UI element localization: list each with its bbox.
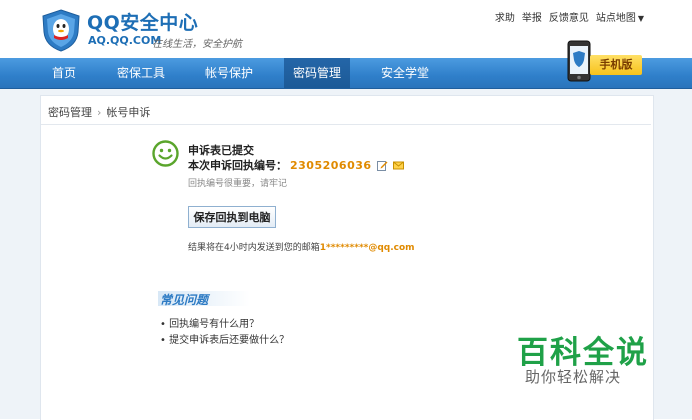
- sitemap-label: 站点地图: [595, 13, 636, 24]
- masked-email: 1*********@qq.com: [319, 243, 415, 253]
- site-title[interactable]: QQ安全中心: [87, 8, 198, 35]
- faq-item-receipt-use[interactable]: • 回执编号有什么用？: [160, 315, 259, 330]
- sitemap-link[interactable]: 站点地图 ▼: [596, 9, 644, 24]
- receipt-code-note: 回执编号很重要，请牢记: [188, 179, 288, 189]
- nav-item-security-school[interactable]: 安全学堂: [372, 58, 438, 88]
- smiley-success-icon: [152, 140, 179, 167]
- nav-item-security-tools[interactable]: 密保工具: [108, 58, 174, 88]
- mobile-version-banner[interactable]: 手机版: [590, 55, 642, 75]
- chevron-down-icon: ▼: [637, 14, 644, 23]
- site-domain: AQ.QQ.COM: [88, 34, 162, 47]
- top-links: 求助 举报 反馈意见 站点地图 ▼: [495, 9, 644, 24]
- report-link[interactable]: 举报: [522, 9, 542, 24]
- breadcrumb-parent[interactable]: 密码管理: [48, 104, 92, 120]
- site-slogan: 在线生活，安全护航: [152, 39, 242, 50]
- faq-item-after-submit[interactable]: • 提交申诉表后还要做什么？: [160, 331, 289, 346]
- breadcrumb-divider: [41, 124, 651, 125]
- result-notice: 结果将在4小时内发送到您的邮箱1*********@qq.com: [188, 240, 415, 253]
- faq-title: 常见问题: [158, 291, 250, 307]
- feedback-link[interactable]: 反馈意见: [549, 9, 589, 24]
- breadcrumb-current: 帐号申诉: [106, 106, 151, 119]
- qq-shield-logo-icon[interactable]: [40, 8, 82, 52]
- help-link[interactable]: 求助: [495, 9, 515, 24]
- mail-icon[interactable]: [392, 160, 404, 171]
- save-receipt-button[interactable]: 保存回执到电脑: [188, 206, 276, 228]
- edit-icon[interactable]: [376, 160, 388, 171]
- result-notice-text: 结果将在4小时内发送到您的邮箱: [188, 243, 320, 253]
- nav-item-password-management[interactable]: 密码管理: [284, 58, 350, 88]
- receipt-code-label: 本次申诉回执编号：: [188, 159, 287, 172]
- nav-item-account-protection[interactable]: 帐号保护: [196, 58, 262, 88]
- nav-item-home[interactable]: 首页: [40, 58, 88, 88]
- submission-status-title: 申诉表已提交: [188, 144, 254, 157]
- chevron-right-icon: ›: [97, 105, 102, 119]
- receipt-code: 2305206036: [290, 158, 372, 172]
- receipt-code-row: 本次申诉回执编号： 2305206036: [188, 157, 404, 173]
- watermark-subtitle: 助你轻松解决: [525, 368, 622, 386]
- breadcrumb: 密码管理 › 帐号申诉: [48, 104, 150, 120]
